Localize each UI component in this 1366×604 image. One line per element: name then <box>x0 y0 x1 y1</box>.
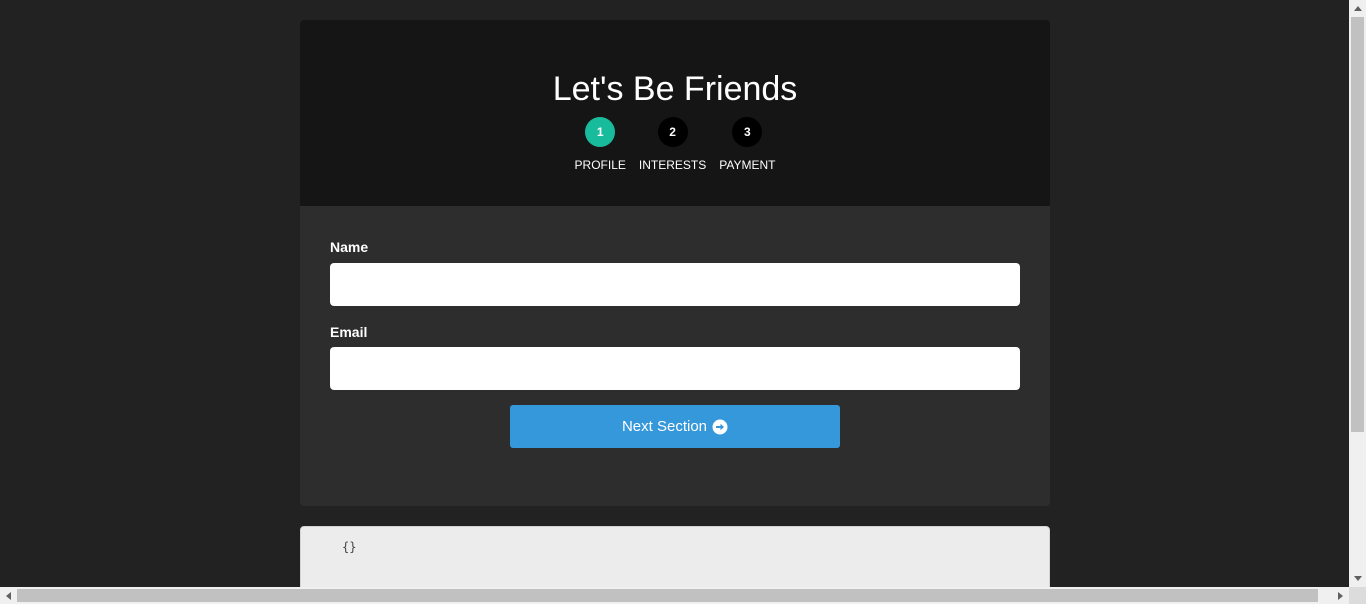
scroll-right-arrow-icon[interactable] <box>1332 587 1349 604</box>
scroll-left-arrow-icon[interactable] <box>0 587 17 604</box>
horizontal-scroll-thumb[interactable] <box>17 589 1318 602</box>
step-label: INTERESTS <box>638 158 707 172</box>
arrow-circle-right-icon <box>712 419 728 435</box>
form-header: Let's Be Friends 1 PROFILE 2 INTERESTS 3… <box>300 20 1050 206</box>
next-section-button[interactable]: Next Section <box>510 405 840 448</box>
scroll-up-arrow-icon[interactable] <box>1349 0 1366 17</box>
scrollbar-corner <box>1349 587 1366 604</box>
email-field[interactable] <box>330 347 1020 390</box>
next-section-label: Next Section <box>621 418 708 435</box>
form-title: Let's Be Friends <box>552 70 798 108</box>
email-label: Email <box>330 324 368 340</box>
step-number: 3 <box>732 117 763 147</box>
page-viewport: Let's Be Friends 1 PROFILE 2 INTERESTS 3… <box>0 0 1349 587</box>
step-number: 2 <box>657 117 688 147</box>
step-label: PROFILE <box>574 158 626 172</box>
model-output-code: {} <box>342 540 357 554</box>
vertical-scroll-thumb[interactable] <box>1351 17 1364 432</box>
step-interests[interactable]: 2 INTERESTS <box>639 117 706 172</box>
name-field[interactable] <box>330 263 1020 306</box>
vertical-scrollbar[interactable] <box>1349 0 1366 587</box>
horizontal-scrollbar[interactable] <box>0 587 1349 604</box>
step-indicator: 1 PROFILE 2 INTERESTS 3 PAYMENT <box>300 117 1050 172</box>
scroll-down-arrow-icon[interactable] <box>1349 570 1366 587</box>
step-number: 1 <box>585 117 616 147</box>
model-output-panel: {} <box>300 526 1050 587</box>
step-payment[interactable]: 3 PAYMENT <box>719 117 775 172</box>
step-profile[interactable]: 1 PROFILE <box>575 117 626 172</box>
step-label: PAYMENT <box>719 158 776 172</box>
name-label: Name <box>330 239 369 255</box>
signup-form-card: Let's Be Friends 1 PROFILE 2 INTERESTS 3… <box>300 20 1050 506</box>
